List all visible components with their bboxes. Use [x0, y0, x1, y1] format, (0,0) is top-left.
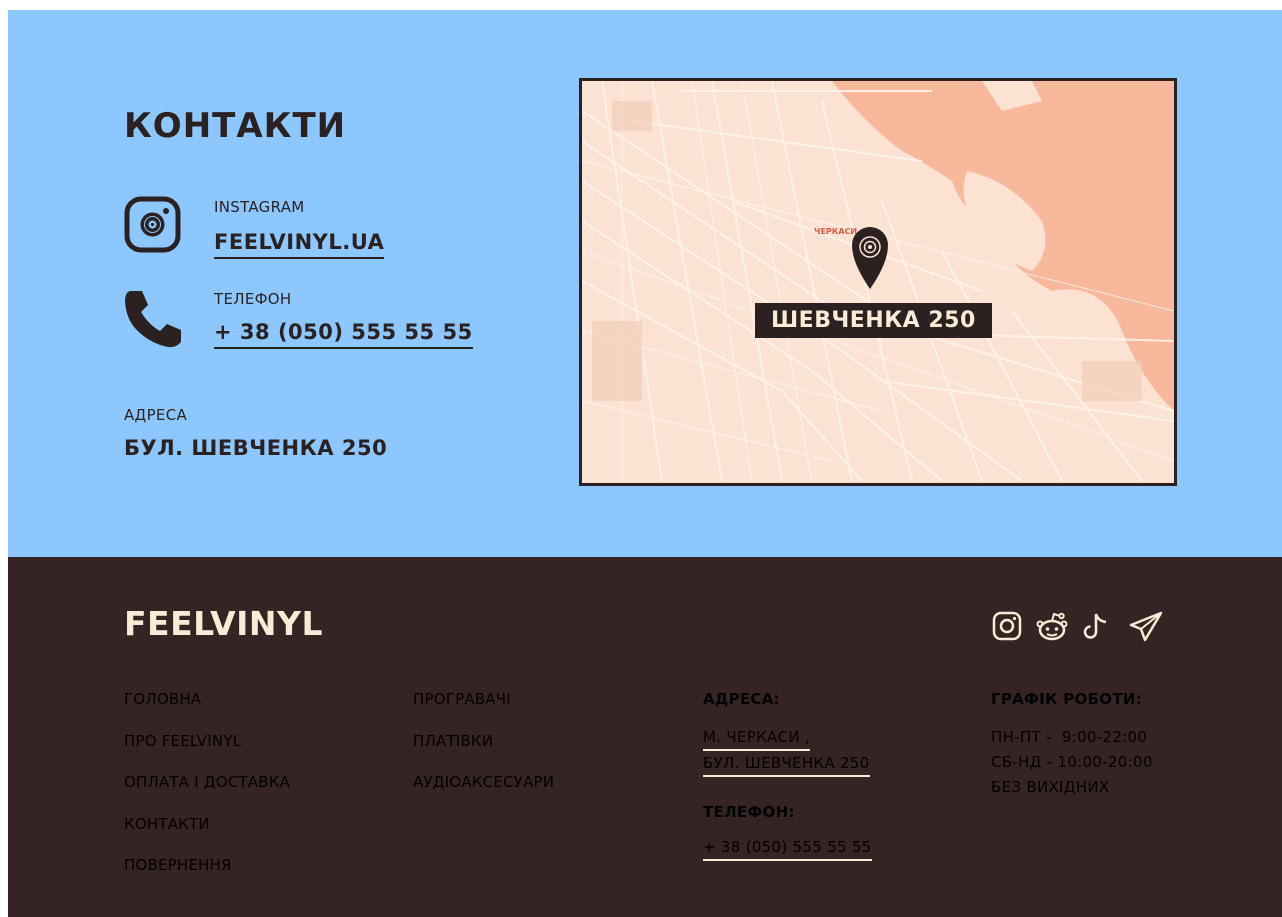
map-city-label: ЧЕРКАСИ: [814, 227, 858, 236]
instagram-handle[interactable]: FEELVINYL.UA: [214, 230, 385, 259]
footer-schedule-weekdays: ПН-ПТ - 9:00-22:00: [991, 728, 1148, 746]
instagram-record-icon: [124, 196, 181, 257]
instagram-link[interactable]: FEELVINYL.UA: [214, 230, 385, 259]
footer-nav-returns[interactable]: ПОВЕРНЕННЯ: [124, 856, 232, 874]
footer-nav-home[interactable]: ГОЛОВНА: [124, 690, 201, 708]
address-value: БУЛ. ШЕВЧЕНКА 250: [124, 436, 388, 460]
footer-nav-records[interactable]: ПЛАТІВКИ: [413, 732, 493, 750]
footer-schedule-title: ГРАФІК РОБОТИ:: [991, 690, 1143, 708]
address-label: АДРЕСА: [124, 406, 188, 424]
footer-address-line2[interactable]: БУЛ. ШЕВЧЕНКА 250: [703, 754, 870, 777]
map[interactable]: ЧЕРКАСИ ШЕВЧЕНКА 250: [579, 78, 1177, 486]
footer-phone-link[interactable]: + 38 (050) 555 55 55: [703, 838, 872, 861]
instagram-icon[interactable]: [991, 610, 1023, 646]
page-title: КОНТАКТИ: [124, 106, 347, 146]
footer-nav-players[interactable]: ПРОГРАВАЧІ: [413, 690, 511, 708]
footer-nav-contacts[interactable]: КОНТАКТИ: [124, 815, 210, 833]
footer-address-link-1[interactable]: М. ЧЕРКАСИ ,: [703, 728, 811, 751]
phone-link[interactable]: + 38 (050) 555 55 55: [214, 320, 473, 349]
tiktok-icon[interactable]: [1082, 610, 1112, 646]
footer-nav-payment-delivery[interactable]: ОПЛАТА І ДОСТАВКА: [124, 773, 290, 791]
footer-nav-accessories[interactable]: АУДІОАКСЕСУАРИ: [413, 773, 554, 791]
phone-label: ТЕЛЕФОН: [214, 290, 292, 308]
footer-address-link-2[interactable]: БУЛ. ШЕВЧЕНКА 250: [703, 754, 870, 777]
instagram-label: INSTAGRAM: [214, 198, 305, 216]
footer-schedule-weekend: СБ-НД - 10:00-20:00: [991, 753, 1153, 771]
contacts-section: КОНТАКТИ INSTAGRAM FEELVINYL.UA ТЕЛЕФОН …: [8, 10, 1282, 557]
reddit-icon[interactable]: [1035, 610, 1069, 646]
map-address-tag: ШЕВЧЕНКА 250: [755, 303, 992, 338]
footer-phone-number[interactable]: + 38 (050) 555 55 55: [703, 838, 872, 861]
footer-address-title: АДРЕСА:: [703, 690, 780, 708]
footer-logo[interactable]: FEELVINYL: [124, 604, 323, 643]
phone-number[interactable]: + 38 (050) 555 55 55: [214, 320, 473, 349]
footer-address-line1[interactable]: М. ЧЕРКАСИ ,: [703, 728, 811, 751]
footer-nav-about[interactable]: ПРО FEELVINYL: [124, 732, 241, 750]
phone-icon: [122, 287, 184, 353]
footer-phone-title: ТЕЛЕФОН:: [703, 803, 795, 821]
page: КОНТАКТИ INSTAGRAM FEELVINYL.UA ТЕЛЕФОН …: [8, 10, 1282, 917]
footer-schedule-no-days-off: БЕЗ ВИХІДНИХ: [991, 778, 1110, 796]
telegram-icon[interactable]: [1128, 610, 1164, 646]
